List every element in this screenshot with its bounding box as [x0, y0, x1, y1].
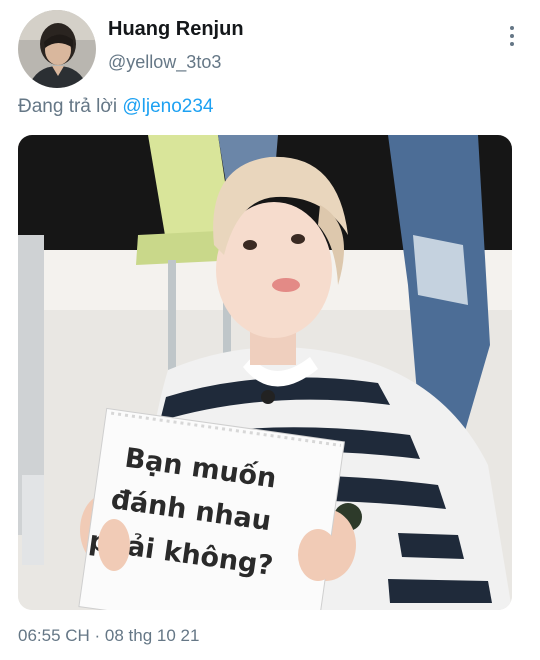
more-dot: [510, 42, 514, 46]
tweet-header: Huang Renjun @yellow_3to3: [18, 10, 522, 90]
reply-prefix: Đang trả lời: [18, 96, 123, 117]
tweet-timestamp[interactable]: 06:55 CH · 08 thg 10 21: [18, 626, 199, 646]
avatar[interactable]: [18, 10, 96, 88]
reply-mention-link[interactable]: @ljeno234: [122, 96, 213, 117]
avatar-image: [18, 10, 96, 88]
more-vertical-icon[interactable]: [504, 26, 520, 48]
more-dot: [510, 26, 514, 30]
author-handle[interactable]: @yellow_3to3: [108, 52, 221, 73]
more-dot: [510, 34, 514, 38]
tweet: Huang Renjun @yellow_3to3 Đang trả lời @…: [0, 0, 540, 660]
tweet-media-image[interactable]: Bạn muốn đánh nhau phải không?: [18, 135, 512, 610]
photo: Bạn muốn đánh nhau phải không?: [18, 135, 512, 610]
author-display-name[interactable]: Huang Renjun: [108, 18, 244, 41]
replying-to: Đang trả lời @ljeno234: [18, 96, 213, 118]
